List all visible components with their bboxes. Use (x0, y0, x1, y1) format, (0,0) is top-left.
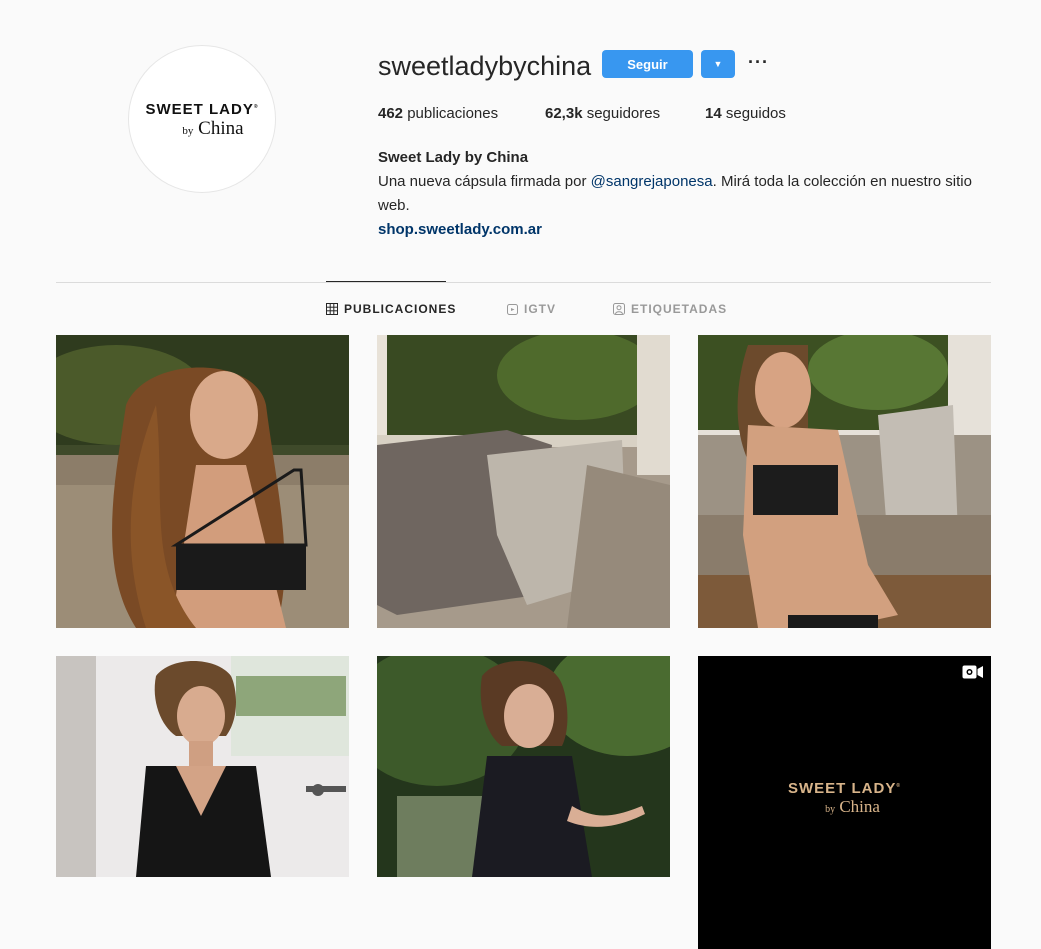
video-camera-icon (962, 665, 984, 679)
posts-label: publicaciones (407, 105, 499, 122)
followers-count: 62,3k (545, 105, 583, 122)
followers-label: seguidores (586, 105, 661, 122)
profile-bio: Sweet Lady by China Una nueva cápsula fi… (378, 146, 988, 242)
post-thumbnail[interactable] (377, 656, 670, 949)
post-thumbnail[interactable] (56, 656, 349, 949)
tag-person-icon (613, 303, 625, 315)
tabs-divider (56, 282, 991, 283)
ellipsis-icon[interactable]: ··· (748, 52, 769, 73)
video-brand-logo: SWEET LADY® by China (787, 780, 902, 816)
follow-button[interactable]: Seguir (602, 50, 693, 78)
post-photo (56, 656, 349, 877)
post-photo (698, 335, 991, 628)
post-photo (377, 656, 670, 877)
grid-icon (326, 303, 338, 315)
tab-label: ETIQUETADAS (631, 302, 728, 316)
post-photo (377, 335, 670, 628)
profile-username: sweetladybychina (378, 51, 592, 81)
avatar-logo-sub: by China (182, 117, 244, 139)
suggestions-dropdown-button[interactable]: ▼ (701, 50, 735, 78)
followers-stat[interactable]: 62,3k seguidores (545, 105, 660, 122)
bio-website-link[interactable]: shop.sweetlady.com.ar (378, 218, 988, 242)
post-photo (56, 335, 349, 628)
tab-etiquetadas[interactable]: ETIQUETADAS (613, 302, 727, 316)
bio-mention-link[interactable]: @sangrejaponesa (591, 173, 713, 190)
following-count: 14 (705, 105, 722, 122)
post-thumbnail[interactable] (56, 335, 349, 628)
bio-text: Una nueva cápsula firmada por @sangrejap… (378, 173, 972, 214)
post-video-thumbnail[interactable]: SWEET LADY® by China (698, 656, 991, 949)
avatar-logo-main: SWEET LADY® (145, 100, 259, 118)
tab-label: PUBLICACIONES (344, 302, 457, 316)
tab-igtv[interactable]: IGTV (507, 302, 556, 316)
triangle-down-icon: ▼ (713, 59, 723, 69)
post-thumbnail[interactable] (698, 335, 991, 628)
posts-count: 462 (378, 105, 404, 122)
following-label: seguidos (725, 105, 786, 122)
tv-icon (507, 303, 518, 315)
bio-full-name: Sweet Lady by China (378, 149, 529, 166)
following-stat[interactable]: 14 seguidos (705, 105, 786, 122)
posts-stat[interactable]: 462 publicaciones (378, 105, 498, 122)
tab-publicaciones[interactable]: PUBLICACIONES (326, 302, 456, 316)
active-tab-indicator (326, 281, 446, 282)
post-thumbnail[interactable] (377, 335, 670, 628)
profile-avatar[interactable]: SWEET LADY® by China (128, 45, 276, 193)
tab-label: IGTV (524, 302, 557, 316)
